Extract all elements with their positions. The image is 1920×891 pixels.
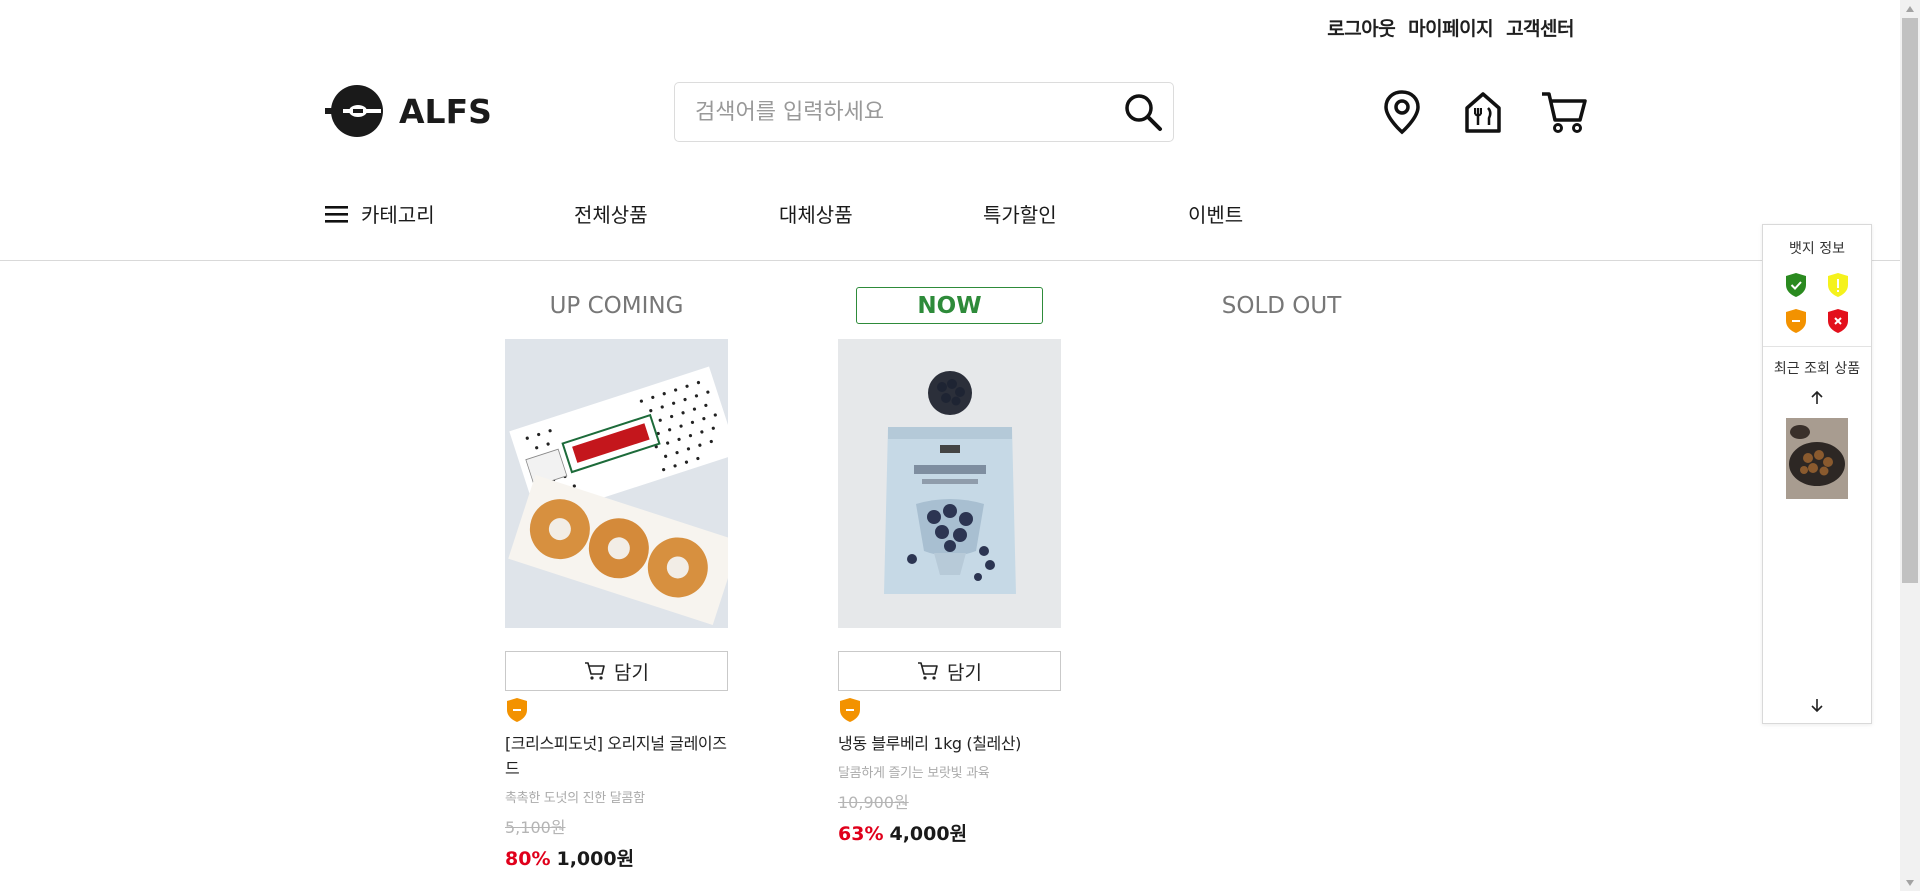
- original-price: 10,900원: [838, 793, 909, 812]
- search-button[interactable]: [1113, 83, 1173, 141]
- badge-legend: [1763, 272, 1871, 334]
- search-bar: [674, 82, 1174, 142]
- recent-scroll-up[interactable]: [1763, 390, 1871, 406]
- page: 로그아웃 마이페이지 고객센터 ALFS 검색어를 입력하세요 카테고리 전체상…: [0, 0, 1920, 891]
- orange-minus-badge-icon: [1786, 309, 1806, 333]
- blueberry-pack-image: [838, 339, 1061, 628]
- nav-event[interactable]: 이벤트: [1188, 199, 1243, 228]
- donut-box-image: [505, 339, 728, 628]
- side-panel: 뱃지 정보 최근 조회 상품: [1762, 224, 1872, 724]
- scrollbar-thumb[interactable]: [1902, 18, 1918, 583]
- location-pin-icon: [1384, 90, 1420, 135]
- nav-category[interactable]: 카테고리: [325, 199, 574, 228]
- orange-badge-icon: [840, 698, 860, 722]
- add-to-cart-button[interactable]: 담기: [505, 651, 728, 691]
- nav-category-label: 카테고리: [361, 203, 435, 227]
- cart-button[interactable]: [1540, 88, 1588, 136]
- product-card: 담기 냉동 블루베리 1kg (칠레산) 달콤하게 즐기는 보랏빛 과육 10,…: [838, 339, 1061, 846]
- logout-link[interactable]: 로그아웃: [1327, 14, 1395, 41]
- original-price: 5,100원: [505, 818, 566, 837]
- sale-price: 4,000원: [889, 823, 968, 845]
- product-description: 촉촉한 도넛의 진한 달콤함: [505, 791, 645, 806]
- cart-icon: [918, 662, 938, 680]
- nav-all-products[interactable]: 전체상품: [574, 199, 779, 228]
- product-image[interactable]: [838, 339, 1061, 628]
- recent-scroll-down[interactable]: [1763, 697, 1871, 713]
- tab-upcoming[interactable]: UP COMING: [505, 287, 728, 324]
- hamburger-menu-icon: [325, 205, 348, 223]
- cart-icon: [585, 662, 605, 680]
- green-check-badge-icon: [1786, 273, 1806, 297]
- nav-alternative-products[interactable]: 대체상품: [779, 199, 983, 228]
- mypage-link[interactable]: 마이페이지: [1408, 14, 1493, 41]
- cart-icon: [1542, 92, 1587, 133]
- product-name[interactable]: 냉동 블루베리 1kg (칠레산): [838, 731, 1061, 756]
- recent-items-title: 최근 조회 상품: [1773, 361, 1861, 377]
- product-card: 담기 [크리스피도넛] 오리지널 글레이즈드 촉촉한 도넛의 진한 달콤함 5,…: [505, 339, 728, 871]
- recent-item-thumbnail[interactable]: [1786, 418, 1848, 499]
- nav-divider: [0, 260, 1900, 261]
- logo[interactable]: ALFS: [325, 84, 492, 138]
- discount-rate: 80%: [505, 848, 551, 870]
- nav-special-sale[interactable]: 특가할인: [983, 199, 1188, 228]
- location-button[interactable]: [1378, 88, 1426, 136]
- product-name[interactable]: [크리스피도넛] 오리지널 글레이즈드: [505, 731, 728, 781]
- support-link[interactable]: 고객센터: [1506, 14, 1574, 41]
- tab-soldout[interactable]: SOLD OUT: [1170, 287, 1393, 324]
- yellow-warning-badge-icon: [1828, 273, 1848, 297]
- restaurant-button[interactable]: [1459, 88, 1507, 136]
- side-divider: [1763, 346, 1871, 347]
- header-icons: [1378, 88, 1588, 136]
- discount-rate: 63%: [838, 823, 884, 845]
- restaurant-house-icon: [1465, 92, 1501, 133]
- tab-now[interactable]: NOW: [856, 287, 1043, 324]
- add-to-cart-button[interactable]: 담기: [838, 651, 1061, 691]
- arrow-down-icon: [1811, 699, 1823, 713]
- product-image[interactable]: [505, 339, 728, 628]
- search-icon: [1125, 94, 1162, 131]
- scrollbar-up-arrow[interactable]: [1900, 0, 1920, 17]
- top-links: 로그아웃 마이페이지 고객센터: [1327, 14, 1574, 41]
- scrollbar-down-arrow[interactable]: [1900, 874, 1920, 891]
- recent-product-image: [1786, 418, 1848, 499]
- arrow-up-icon: [1811, 390, 1823, 404]
- add-to-cart-label: 담기: [614, 661, 649, 684]
- red-x-badge-icon: [1828, 309, 1848, 333]
- price-row: 80% 1,000원: [505, 844, 728, 871]
- badge-info-title: 뱃지 정보: [1789, 241, 1845, 257]
- logo-icon: [325, 85, 383, 137]
- orange-badge-icon: [507, 698, 527, 722]
- logo-text: ALFS: [399, 91, 492, 131]
- caret-down-icon: [1906, 879, 1914, 886]
- price-row: 63% 4,000원: [838, 819, 1061, 846]
- sale-price: 1,000원: [556, 848, 635, 870]
- page-scrollbar[interactable]: [1900, 0, 1920, 891]
- add-to-cart-label: 담기: [947, 661, 982, 684]
- product-description: 달콤하게 즐기는 보랏빛 과육: [838, 766, 990, 781]
- search-input[interactable]: [675, 83, 1113, 141]
- main-nav: 카테고리 전체상품 대체상품 특가할인 이벤트: [325, 199, 1243, 228]
- caret-up-icon: [1906, 5, 1914, 12]
